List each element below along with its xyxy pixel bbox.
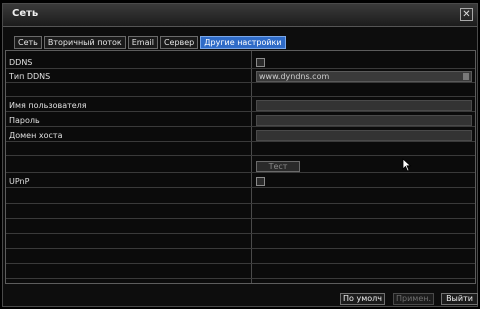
username-label: Имя пользователя (9, 101, 87, 110)
row-empty-7 (6, 252, 475, 264)
ddns-type-value: www.dyndns.com (259, 72, 330, 81)
default-button[interactable]: По умолч (340, 293, 385, 305)
tab-other-settings[interactable]: Другие настройки (200, 36, 286, 49)
upnp-checkbox[interactable] (256, 177, 265, 186)
test-button[interactable]: Тест (256, 161, 300, 172)
row-empty-5 (6, 222, 475, 234)
row-username: Имя пользователя (6, 100, 475, 112)
ddns-type-label: Тип DDNS (9, 72, 51, 81)
ddns-type-select[interactable]: www.dyndns.com (256, 71, 472, 82)
host-domain-input[interactable] (256, 130, 472, 141)
row-ddns: DDNS (6, 57, 475, 69)
close-icon: ✕ (462, 9, 471, 20)
ddns-checkbox[interactable] (256, 58, 265, 67)
exit-button[interactable]: Выйти (441, 293, 478, 305)
tab-email[interactable]: Email (127, 36, 158, 49)
upnp-label: UPnP (9, 177, 30, 186)
row-password: Пароль (6, 115, 475, 127)
tab-secondary-stream[interactable]: Вторичный поток (43, 36, 126, 49)
row-empty-3 (6, 192, 475, 204)
row-empty-6 (6, 237, 475, 249)
host-domain-label: Домен хоста (9, 131, 63, 140)
tab-bar: Сеть Вторичный поток Email Сервер Другие… (14, 36, 286, 49)
close-button[interactable]: ✕ (460, 8, 473, 21)
tab-network[interactable]: Сеть (14, 36, 42, 49)
ddns-label: DDNS (9, 58, 33, 67)
row-empty-2 (6, 144, 475, 156)
apply-button[interactable]: Примен. (393, 293, 434, 305)
password-label: Пароль (9, 116, 40, 125)
username-input[interactable] (256, 100, 472, 111)
window-title: Сеть (12, 8, 39, 19)
row-empty-1 (6, 85, 475, 97)
password-input[interactable] (256, 115, 472, 126)
row-ddns-type: Тип DDNS www.dyndns.com (6, 71, 475, 83)
tab-server[interactable]: Сервер (159, 36, 199, 49)
mouse-cursor-icon (402, 158, 412, 172)
titlebar: Сеть ✕ (3, 4, 477, 27)
row-upnp: UPnP (6, 176, 475, 188)
row-empty-8 (6, 267, 475, 279)
row-empty-4 (6, 207, 475, 219)
row-host-domain: Домен хоста (6, 130, 475, 142)
dropdown-arrow-icon (463, 73, 469, 80)
